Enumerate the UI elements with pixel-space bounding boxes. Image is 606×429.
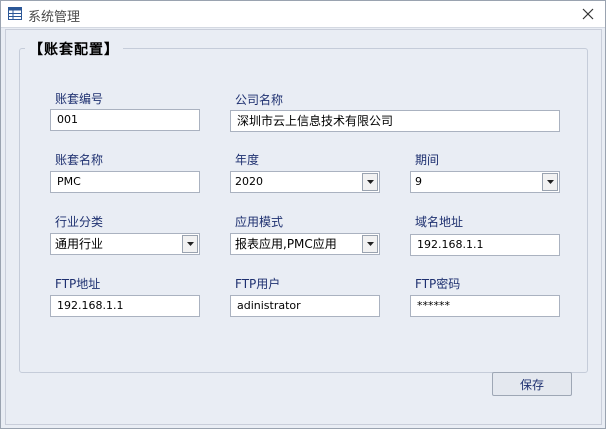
year-label: 年度	[235, 153, 260, 167]
app-mode-dropdown-button[interactable]	[362, 235, 378, 253]
chevron-down-icon	[366, 180, 374, 184]
year-dropdown-button[interactable]	[362, 173, 378, 191]
domain-input[interactable]: 192.168.1.1	[410, 234, 560, 256]
industry-value: 通用行业	[55, 237, 104, 251]
period-select[interactable]: 9	[410, 171, 560, 193]
company-name-label: 公司名称	[235, 93, 284, 107]
title-bar: 系统管理	[1, 1, 605, 28]
company-name-input[interactable]: 深圳市云上信息技术有限公司	[230, 110, 560, 132]
year-select[interactable]: 2020	[230, 171, 380, 193]
account-name-label: 账套名称	[55, 153, 104, 167]
industry-select[interactable]: 通用行业	[50, 233, 200, 255]
domain-label: 域名地址	[415, 215, 464, 229]
ftp-user-input[interactable]: adinistrator	[230, 295, 380, 317]
app-mode-value: 报表应用,PMC应用	[235, 237, 337, 251]
close-button[interactable]	[575, 4, 601, 24]
table-icon	[8, 7, 22, 20]
account-name-input[interactable]: PMC	[50, 171, 200, 193]
account-no-input[interactable]: 001	[50, 109, 200, 131]
industry-label: 行业分类	[55, 215, 104, 229]
save-button[interactable]: 保存	[492, 372, 572, 396]
chevron-down-icon	[546, 180, 554, 184]
industry-dropdown-button[interactable]	[182, 235, 198, 253]
period-value: 9	[415, 175, 422, 188]
system-management-window: 系统管理 【账套配置】 账套编号 001 公司名称 深圳市云上信息技术有限公司 …	[0, 0, 606, 429]
group-title: 【账套配置】	[25, 39, 123, 59]
period-label: 期间	[415, 153, 440, 167]
ftp-user-label: FTP用户	[235, 277, 281, 291]
account-no-label: 账套编号	[55, 92, 104, 106]
ftp-password-label: FTP密码	[415, 277, 461, 291]
period-dropdown-button[interactable]	[542, 173, 558, 191]
app-mode-select[interactable]: 报表应用,PMC应用	[230, 233, 380, 255]
ftp-password-input[interactable]: ******	[410, 295, 560, 317]
chevron-down-icon	[366, 242, 374, 246]
account-config-group	[19, 48, 588, 373]
close-icon	[582, 8, 594, 20]
app-mode-label: 应用模式	[235, 215, 284, 229]
ftp-address-label: FTP地址	[55, 277, 101, 291]
ftp-address-input[interactable]: 192.168.1.1	[50, 295, 200, 317]
year-value: 2020	[235, 175, 263, 188]
chevron-down-icon	[186, 242, 194, 246]
window-title: 系统管理	[28, 10, 81, 25]
